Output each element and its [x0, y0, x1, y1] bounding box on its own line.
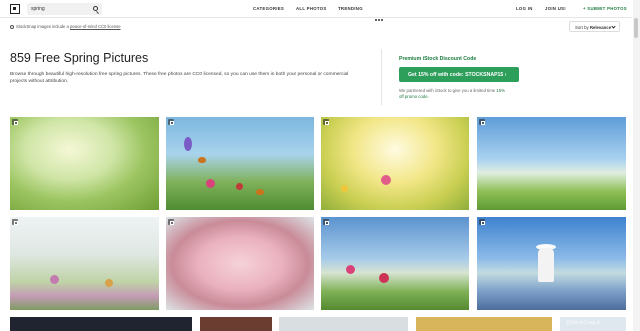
login-link[interactable]: LOG IN [516, 6, 533, 11]
flower-shape [381, 175, 391, 185]
photo-select-icon[interactable] [12, 119, 18, 125]
more-menu-icon[interactable] [375, 8, 384, 26]
license-notice: StockSnap images include a peace-of-mind… [10, 24, 121, 29]
nav-trending[interactable]: TRENDING [338, 6, 363, 11]
search-box[interactable] [27, 3, 102, 15]
photo-select-icon[interactable] [479, 119, 485, 125]
promo-code-button[interactable]: Get 15% off with code: STOCKSNAP15 › [399, 67, 519, 82]
promo-note: We partnered with iStock to give you a l… [399, 88, 509, 100]
promo-note-text: We partnered with iStock to give you a l… [399, 88, 496, 93]
nav-categories[interactable]: CATEGORIES [253, 6, 284, 11]
photo-select-icon[interactable] [12, 219, 18, 225]
top-navigation-bar: CATEGORIES ALL PHOTOS TRENDING LOG IN JO… [0, 0, 632, 21]
flower-shape [341, 185, 348, 192]
photo-spring-meadow-1[interactable] [10, 117, 159, 210]
photo-row3-2[interactable] [200, 317, 272, 331]
person-shape [538, 248, 554, 282]
join-link[interactable]: JOIN US! [545, 6, 566, 11]
sort-label: Sort by [575, 25, 589, 30]
butterfly-shape [256, 189, 264, 195]
scrollbar-thumb[interactable] [634, 18, 638, 38]
watermark-text: @StockSnap.io [566, 320, 601, 326]
photo-select-icon[interactable] [323, 219, 329, 225]
photo-butterflies-flowers[interactable] [166, 117, 314, 210]
license-link[interactable]: peace-of-mind CC0 license [70, 24, 121, 29]
search-input[interactable] [27, 3, 89, 15]
flower-shape [184, 137, 192, 151]
page-description: Browse through beautiful high-resolution… [10, 72, 349, 85]
flower-shape [206, 179, 215, 188]
page-title: 859 Free Spring Pictures [10, 51, 149, 65]
photo-select-icon[interactable] [323, 119, 329, 125]
photo-select-icon[interactable] [479, 219, 485, 225]
flower-shape [379, 273, 389, 283]
promo-title: Premium iStock Discount Code [399, 56, 477, 62]
flower-shape [50, 275, 59, 284]
photo-select-icon[interactable] [168, 119, 174, 125]
flower-shape [105, 279, 113, 287]
photo-yellow-tulips[interactable] [321, 117, 469, 210]
flower-shape [236, 183, 243, 190]
stocksnap-logo-icon[interactable] [10, 4, 20, 14]
sort-value: Relevance [589, 25, 612, 30]
photo-select-icon[interactable] [168, 219, 174, 225]
search-icon[interactable] [93, 6, 98, 11]
photo-wildflowers-pastel[interactable] [10, 217, 159, 310]
flower-shape [346, 265, 355, 274]
photo-row3-3[interactable] [279, 317, 408, 331]
butterfly-shape [198, 157, 206, 163]
cc-icon [10, 24, 14, 29]
photo-cosmos-flowers[interactable] [321, 217, 469, 310]
divider [381, 49, 382, 105]
chevron-down-icon [611, 24, 616, 29]
photo-row3-4[interactable] [416, 317, 552, 331]
photo-row3-1[interactable] [10, 317, 192, 331]
scrollbar-track[interactable] [633, 0, 640, 331]
submit-photos-link[interactable]: + SUBMIT PHOTOS [583, 6, 627, 11]
license-notice-text: StockSnap images include a [16, 24, 69, 29]
photo-sunny-meadow[interactable] [477, 117, 626, 210]
photo-cherry-blossoms[interactable] [166, 217, 314, 310]
nav-all-photos[interactable]: ALL PHOTOS [296, 6, 327, 11]
sort-dropdown[interactable]: Sort by Relevance [569, 21, 620, 32]
